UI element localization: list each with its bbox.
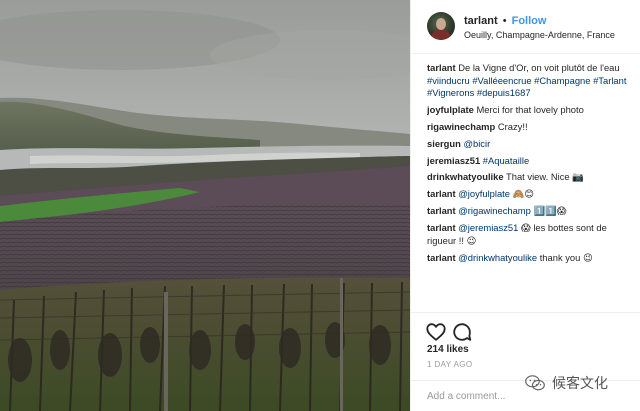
comment-item: rigawinechamp Crazy!! bbox=[427, 121, 635, 134]
comment-username[interactable]: rigawinechamp bbox=[427, 121, 495, 132]
location-link[interactable]: Oeuilly, Champagne-Ardenne, France bbox=[464, 30, 615, 40]
watermark-text: 候客文化 bbox=[552, 376, 608, 392]
comment-text: thank you 😉 bbox=[539, 251, 593, 263]
post-header: tarlant • Follow Oeuilly, Champagne-Arde… bbox=[411, 0, 640, 54]
comment-username[interactable]: tarlant bbox=[427, 205, 456, 216]
caption-text: De la Vigne d'Or, on voit plutôt de l'ea… bbox=[458, 62, 620, 73]
comment-item: tarlant @jeremiasz51 😱 les bottes sont d… bbox=[427, 222, 635, 247]
instagram-post-embed: tarlant • Follow Oeuilly, Champagne-Arde… bbox=[0, 0, 640, 411]
comment-text: Merci for that lovely photo bbox=[476, 103, 584, 115]
caption-username[interactable]: tarlant bbox=[427, 62, 456, 73]
post-photo[interactable] bbox=[0, 0, 410, 411]
post-timestamp[interactable]: 1 DAY AGO bbox=[427, 360, 473, 369]
comment-username[interactable]: jeremiasz51 bbox=[427, 155, 480, 166]
comment-username[interactable]: siergun bbox=[427, 138, 461, 149]
comment-item: drinkwhatyoulike That view. Nice 📷 bbox=[427, 171, 635, 184]
comment-item: tarlant @joyfulplate 🙈😊 bbox=[427, 188, 635, 201]
comment-item: joyfulplate Merci for that lovely photo bbox=[427, 104, 635, 117]
comment-item: tarlant @drinkwhatyoulike thank you 😉 bbox=[427, 252, 635, 265]
comment-text: 🙈😊 bbox=[512, 188, 535, 200]
comment-text: That view. Nice 📷 bbox=[506, 171, 584, 183]
add-comment-input[interactable] bbox=[427, 387, 537, 405]
watermark: 候客文化 bbox=[524, 374, 608, 392]
caption-hashtags[interactable]: #viinducru #Valléeencrue #Champagne #Tar… bbox=[427, 75, 626, 99]
follow-button[interactable]: Follow bbox=[512, 15, 547, 27]
comment-text: Crazy!! bbox=[497, 120, 528, 132]
comment-mention[interactable]: @rigawinechamp bbox=[458, 205, 531, 216]
header-user-line: tarlant • Follow bbox=[464, 15, 546, 27]
comment-text: 1️⃣1️⃣😱 bbox=[533, 205, 567, 217]
post-sidebar: tarlant • Follow Oeuilly, Champagne-Arde… bbox=[410, 0, 640, 411]
header-username[interactable]: tarlant bbox=[464, 15, 498, 27]
wechat-icon bbox=[525, 375, 545, 391]
separator-dot: • bbox=[502, 15, 507, 27]
comment-item: jeremiasz51 #Aquataille bbox=[427, 155, 635, 168]
comments-list: tarlant De la Vigne d'Or, on voit plutôt… bbox=[427, 62, 635, 312]
avatar[interactable] bbox=[427, 12, 455, 40]
caption: tarlant De la Vigne d'Or, on voit plutôt… bbox=[427, 62, 635, 100]
vineyard-landscape-image bbox=[0, 0, 410, 411]
comment-username[interactable]: joyfulplate bbox=[427, 104, 474, 115]
comment-mention[interactable]: @joyfulplate bbox=[458, 188, 510, 199]
avatar-shoulders bbox=[431, 29, 451, 40]
comment-username[interactable]: tarlant bbox=[427, 252, 456, 263]
comment-hashtag[interactable]: #Aquataille bbox=[483, 155, 529, 166]
comment-username[interactable]: drinkwhatyoulike bbox=[427, 171, 504, 182]
comment-username[interactable]: tarlant bbox=[427, 222, 456, 233]
comment-mention[interactable]: @bicir bbox=[463, 138, 490, 149]
comment-mention[interactable]: @drinkwhatyoulike bbox=[458, 252, 537, 263]
comment-username[interactable]: tarlant bbox=[427, 188, 456, 199]
avatar-face bbox=[436, 18, 446, 30]
comment-item: siergun @bicir bbox=[427, 138, 635, 151]
likes-count[interactable]: 214 likes bbox=[427, 344, 469, 355]
comment-item: tarlant @rigawinechamp 1️⃣1️⃣😱 bbox=[427, 205, 635, 218]
comment-icon[interactable] bbox=[451, 321, 473, 343]
comment-mention[interactable]: @jeremiasz51 bbox=[458, 222, 518, 233]
post-actions: 214 likes 1 DAY AGO bbox=[411, 312, 640, 411]
heart-icon[interactable] bbox=[425, 321, 447, 343]
